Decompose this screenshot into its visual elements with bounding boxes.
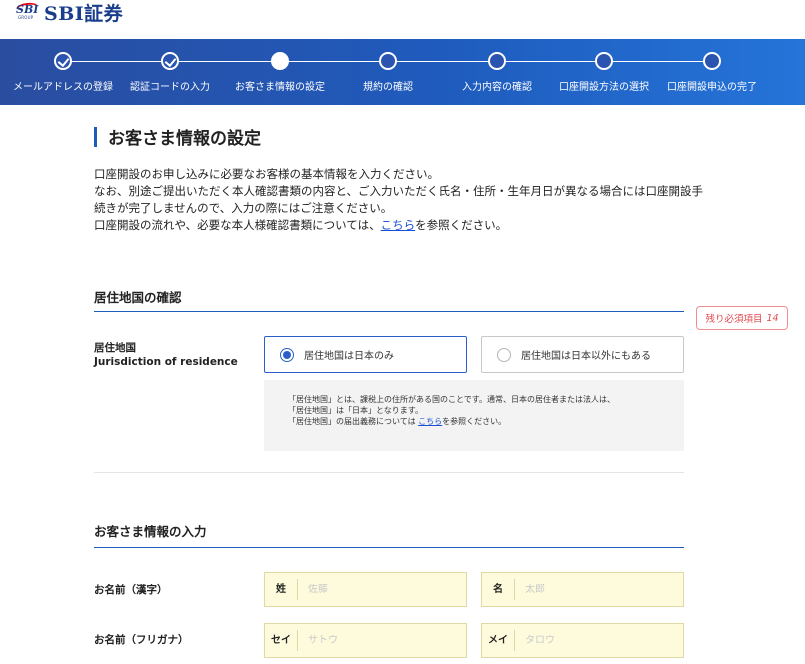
progress-stepper: メールアドレスの登録 認証コードの入力 お客さま情報の設定 規約の確認 入力内容…	[0, 39, 805, 105]
name-kana-label: お名前（フリガナ）	[94, 634, 189, 646]
residence-japan-only-radio[interactable]: 居住地国は日本のみ	[264, 336, 467, 373]
customer-section-heading: お客さま情報の入力	[94, 524, 207, 539]
section-divider	[94, 311, 684, 312]
reporting-duty-link[interactable]: こちら	[418, 417, 442, 426]
check-icon	[54, 52, 72, 70]
last-name-kana-input[interactable]	[298, 635, 466, 646]
sbi-logo[interactable]: SBI GROUP SBI証券	[15, 0, 124, 25]
step-complete: 口座開設申込の完了	[647, 52, 777, 93]
first-name-kana-input[interactable]	[515, 635, 683, 646]
radio-checked-icon	[280, 347, 294, 362]
brand-name: SBI証券	[44, 2, 124, 25]
pending-step-icon	[488, 52, 506, 70]
section-separator	[94, 472, 684, 473]
last-name-kanji-input[interactable]	[298, 584, 466, 595]
name-kanji-label: お名前（漢字）	[94, 584, 168, 596]
radio-unchecked-icon	[497, 347, 511, 362]
last-name-kana-field[interactable]: セイ	[264, 623, 467, 658]
pending-step-icon	[379, 52, 397, 70]
residence-section-heading: 居住地国の確認	[94, 290, 182, 305]
title-accent-bar	[94, 126, 97, 147]
intro-text: 口座開設のお申し込みに必要なお客様の基本情報を入力ください。 なお、別途ご提出い…	[94, 167, 704, 232]
residence-note: 「居住地国」とは、課税上の住所がある国のことです。通常、日本の居住者または法人は…	[264, 380, 684, 451]
first-name-kanji-field[interactable]: 名	[481, 572, 684, 607]
check-icon	[161, 52, 179, 70]
last-name-kanji-field[interactable]: 姓	[264, 572, 467, 607]
section-divider	[94, 547, 684, 548]
residence-outside-japan-radio[interactable]: 居住地国は日本以外にもある	[481, 336, 684, 373]
pending-step-icon	[703, 52, 721, 70]
residence-field-label: 居住地国 Jurisdiction of residence	[94, 342, 238, 368]
page-title: お客さま情報の設定	[94, 124, 261, 149]
first-name-kana-field[interactable]: メイ	[481, 623, 684, 658]
current-step-icon	[271, 52, 289, 70]
flow-help-link[interactable]: こちら	[381, 218, 416, 232]
first-name-kanji-input[interactable]	[515, 584, 683, 595]
pending-step-icon	[595, 52, 613, 70]
sbi-group-mark: SBI GROUP	[15, 1, 39, 20]
required-remaining-badge: 残り必須項目 14	[696, 306, 788, 330]
